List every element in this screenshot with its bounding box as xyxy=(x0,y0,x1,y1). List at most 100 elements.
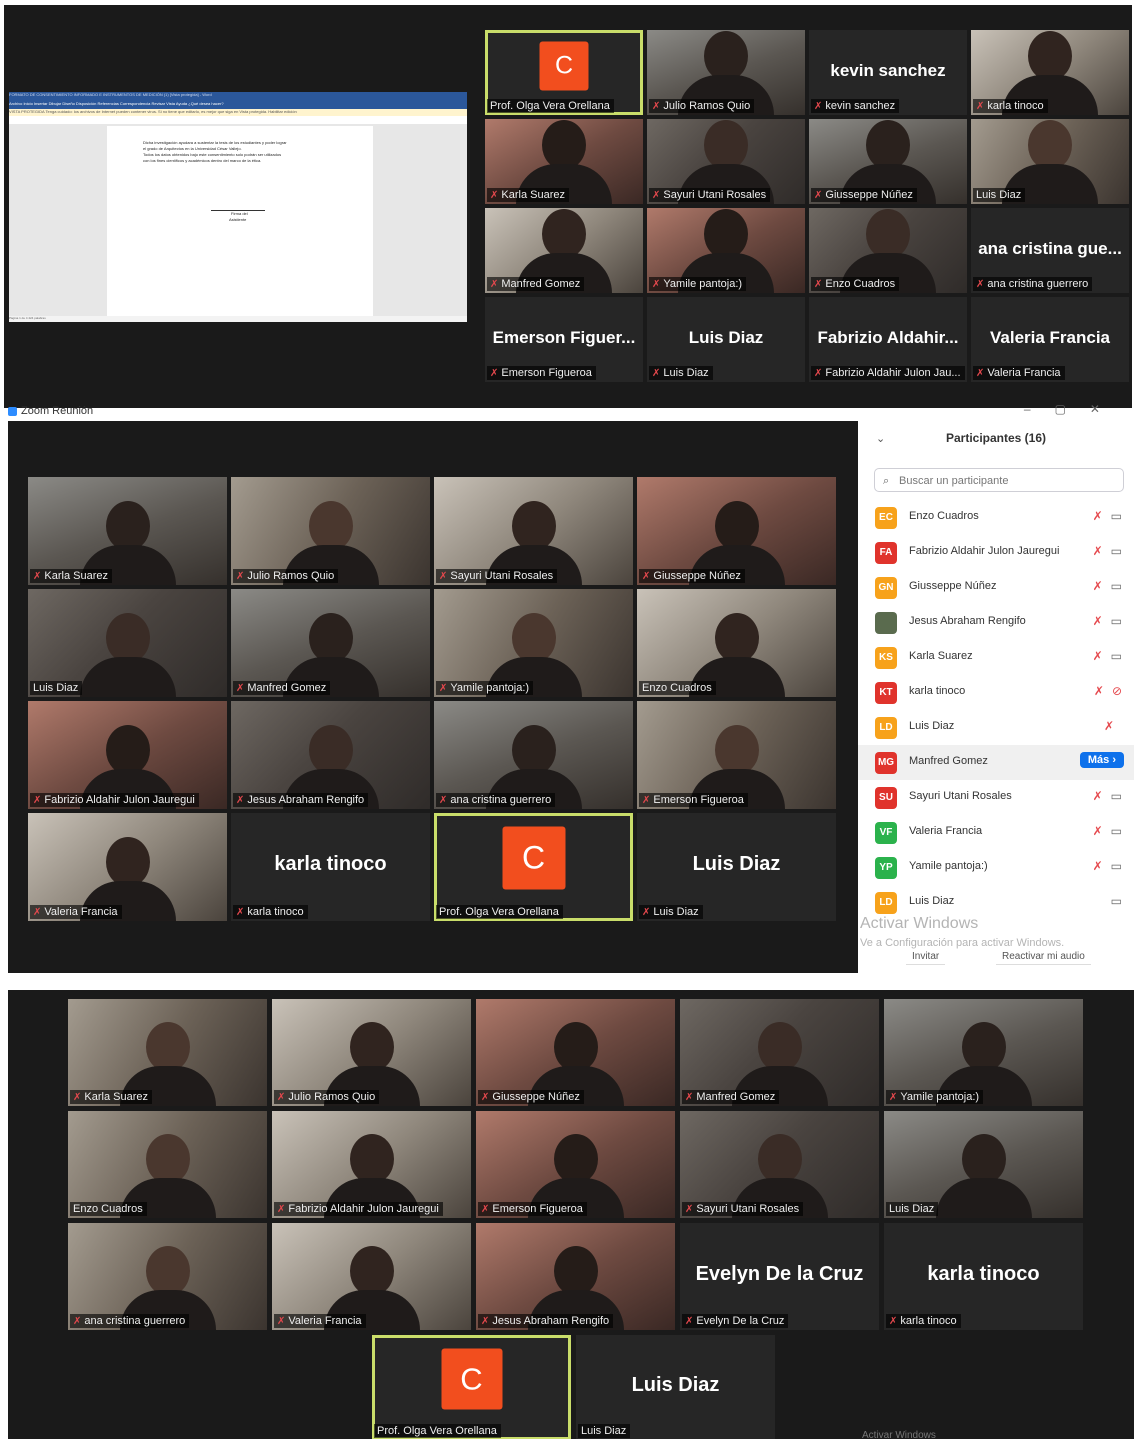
participant-tile[interactable]: ✗ Yamile pantoja:) xyxy=(884,999,1083,1106)
participant-name-text: karla tinoco xyxy=(987,100,1044,112)
participant-tile[interactable]: ✗ Fabrizio Aldahir Julon Jauregui xyxy=(28,701,227,809)
participant-name: Luis Diaz xyxy=(909,895,955,907)
participant-list-item[interactable]: GN Giusseppe Núñez ✗ ▭ xyxy=(858,570,1134,605)
participant-tile[interactable]: Luis Diaz xyxy=(971,119,1129,204)
participant-tile[interactable]: ✗ Sayuri Utani Rosales xyxy=(680,1111,879,1218)
participant-tile[interactable]: ✗ Valeria Francia xyxy=(272,1223,471,1330)
participant-name-label: ✗ Julio Ramos Quio xyxy=(649,99,755,113)
reactivate-audio-button[interactable]: Reactivar mi audio xyxy=(996,951,1091,965)
participant-list-item[interactable]: LD Luis Diaz ✗ xyxy=(858,710,1134,745)
participant-tile[interactable]: Luis Diaz xyxy=(884,1111,1083,1218)
participant-tile[interactable]: ✗ Manfred Gomez xyxy=(231,589,430,697)
mic-muted-icon: ✗ xyxy=(1092,789,1103,803)
participant-tile[interactable]: ✗ Enzo Cuadros xyxy=(809,208,967,293)
participant-tile[interactable]: ✗ Manfred Gomez xyxy=(680,999,879,1106)
participant-tile[interactable]: ✗ Karla Suarez xyxy=(28,477,227,585)
participant-tile[interactable]: ✗ Giusseppe Núñez xyxy=(476,999,675,1106)
mic-muted-icon: ✗ xyxy=(33,907,42,918)
participant-tile[interactable]: ✗ Giusseppe Núñez xyxy=(637,477,836,585)
invite-button[interactable]: Invitar xyxy=(906,951,946,965)
participant-list-item[interactable]: YP Yamile pantoja:) ✗ ▭ xyxy=(858,850,1134,885)
word-ribbon[interactable]: Archivo Inicio Insertar Dibujar Diseño D… xyxy=(9,101,467,109)
participant-search-input[interactable]: ⌕ Buscar un participante xyxy=(874,468,1124,492)
mic-muted-icon: ✗ xyxy=(889,1316,898,1327)
participant-list-item[interactable]: KT karla tinoco ✗ ⊘ xyxy=(858,675,1134,710)
participant-list-item[interactable]: EC Enzo Cuadros ✗ ▭ xyxy=(858,500,1134,535)
participant-tile[interactable]: Luis Diaz ✗ Luis Diaz xyxy=(637,813,836,921)
participant-tile[interactable]: ✗ Jesus Abraham Rengifo xyxy=(476,1223,675,1330)
participant-name-label: ✗ Evelyn De la Cruz xyxy=(682,1314,789,1328)
participant-list-item[interactable]: FA Fabrizio Aldahir Julon Jauregui ✗ ▭ xyxy=(858,535,1134,570)
participant-name-text: Fabrizio Aldahir Julon Jau... xyxy=(825,367,961,379)
participant-tile[interactable]: ✗ Yamile pantoja:) xyxy=(647,208,805,293)
participant-tile[interactable]: ✗ Yamile pantoja:) xyxy=(434,589,633,697)
participant-tile[interactable]: ✗ Emerson Figueroa xyxy=(637,701,836,809)
participant-name-label: ✗ Fabrizio Aldahir Julon Jauregui xyxy=(30,793,199,807)
participant-tile[interactable]: ✗ ana cristina guerrero xyxy=(68,1223,267,1330)
participant-name-text: Luis Diaz xyxy=(889,1203,935,1215)
participant-tile[interactable]: ✗ ana cristina guerrero xyxy=(434,701,633,809)
participant-list-item[interactable]: Jesus Abraham Rengifo ✗ ▭ xyxy=(858,605,1134,640)
participant-tile[interactable]: ✗ karla tinoco xyxy=(971,30,1129,115)
participant-tile[interactable]: ✗ Julio Ramos Quio xyxy=(272,999,471,1106)
participant-tile[interactable]: ✗ Giusseppe Núñez xyxy=(809,119,967,204)
participant-list-item[interactable]: MG Manfred Gomez Más › xyxy=(858,745,1134,780)
participant-name-text: Enzo Cuadros xyxy=(825,278,896,290)
avatar xyxy=(875,612,897,634)
participant-name-label: ✗ Sayuri Utani Rosales xyxy=(436,569,558,583)
participant-tile[interactable]: Valeria Francia ✗ Valeria Francia xyxy=(971,297,1129,382)
participant-tile[interactable]: Luis Diaz Luis Diaz xyxy=(576,1335,775,1439)
participant-tile[interactable]: ✗ Emerson Figueroa xyxy=(476,1111,675,1218)
participant-name-text: Luis Diaz xyxy=(581,1425,627,1437)
participant-display-name: Evelyn De la Cruz xyxy=(695,1262,864,1285)
participant-status-icons: ✗ ▭ xyxy=(1093,859,1122,873)
participant-tile[interactable]: Luis Diaz ✗ Luis Diaz xyxy=(647,297,805,382)
window-controls[interactable]: –▢✕ xyxy=(1024,402,1124,416)
participant-tile[interactable]: ana cristina gue... ✗ ana cristina guerrer… xyxy=(971,208,1129,293)
more-button[interactable]: Más › xyxy=(1079,752,1124,768)
participant-list-item[interactable]: VF Valeria Francia ✗ ▭ xyxy=(858,815,1134,850)
participant-tile[interactable]: ✗ Manfred Gomez xyxy=(485,208,643,293)
participant-tile[interactable]: C Prof. Olga Vera Orellana xyxy=(485,30,643,115)
mic-muted-icon: ✗ xyxy=(33,795,42,806)
participant-tile[interactable]: Enzo Cuadros xyxy=(637,589,836,697)
participant-name-text: Yamile pantoja:) xyxy=(663,278,743,290)
participant-tile[interactable]: ✗ Julio Ramos Quio xyxy=(647,30,805,115)
participant-list: EC Enzo Cuadros ✗ ▭ FA Fabrizio Aldahir Julon… xyxy=(858,500,1134,920)
participant-list-item[interactable]: KS Karla Suarez ✗ ▭ xyxy=(858,640,1134,675)
participant-tile[interactable]: Luis Diaz xyxy=(28,589,227,697)
participant-tile[interactable]: C Prof. Olga Vera Orellana xyxy=(372,1335,571,1439)
avatar: LD xyxy=(875,717,897,739)
participant-display-name: kevin sanchez xyxy=(830,60,946,80)
participant-tile[interactable]: ✗ Julio Ramos Quio xyxy=(231,477,430,585)
participant-tile[interactable]: ✗ Sayuri Utani Rosales xyxy=(434,477,633,585)
participant-tile[interactable]: Fabrizio Aldahir... ✗ Fabrizio Aldahir Jul… xyxy=(809,297,967,382)
participant-tile[interactable]: ✗ Valeria Francia xyxy=(28,813,227,921)
participant-list-item[interactable]: SU Sayuri Utani Rosales ✗ ▭ xyxy=(858,780,1134,815)
protected-view-bar[interactable]: VISTA PROTEGIDA Tenga cuidado: los archi… xyxy=(9,109,467,116)
participant-name-label: ✗ Giusseppe Núñez xyxy=(639,569,745,583)
participant-tile[interactable]: C Prof. Olga Vera Orellana xyxy=(434,813,633,921)
participant-name: Enzo Cuadros xyxy=(909,510,979,522)
participant-tile[interactable]: ✗ Karla Suarez xyxy=(485,119,643,204)
participant-name-label: ✗ kevin sanchez xyxy=(811,99,900,113)
participant-name-text: Valeria Francia xyxy=(288,1315,362,1327)
mic-muted-icon: ✗ xyxy=(1092,614,1103,628)
participant-tile[interactable]: Enzo Cuadros xyxy=(68,1111,267,1218)
participant-tile[interactable]: ✗ Jesus Abraham Rengifo xyxy=(231,701,430,809)
participant-tile[interactable]: karla tinoco ✗ karla tinoco xyxy=(231,813,430,921)
participant-tile[interactable]: ✗ Sayuri Utani Rosales xyxy=(647,119,805,204)
participant-name-text: ana cristina guerrero xyxy=(987,278,1089,290)
avatar: YP xyxy=(875,857,897,879)
participant-tile[interactable]: kevin sanchez ✗ kevin sanchez xyxy=(809,30,967,115)
participant-tile[interactable]: ✗ Karla Suarez xyxy=(68,999,267,1106)
avatar: C xyxy=(502,826,565,890)
participant-name-text: Giusseppe Núñez xyxy=(653,570,741,582)
participant-display-name: Luis Diaz xyxy=(631,1373,720,1396)
participant-name-text: Giusseppe Núñez xyxy=(492,1091,580,1103)
participant-tile[interactable]: Emerson Figuer... ✗ Emerson Figueroa xyxy=(485,297,643,382)
video-camera-icon: ▭ xyxy=(1110,509,1122,523)
participant-tile[interactable]: ✗ Fabrizio Aldahir Julon Jauregui xyxy=(272,1111,471,1218)
participant-tile[interactable]: Evelyn De la Cruz ✗ Evelyn De la Cruz xyxy=(680,1223,879,1330)
participant-tile[interactable]: karla tinoco ✗ karla tinoco xyxy=(884,1223,1083,1330)
